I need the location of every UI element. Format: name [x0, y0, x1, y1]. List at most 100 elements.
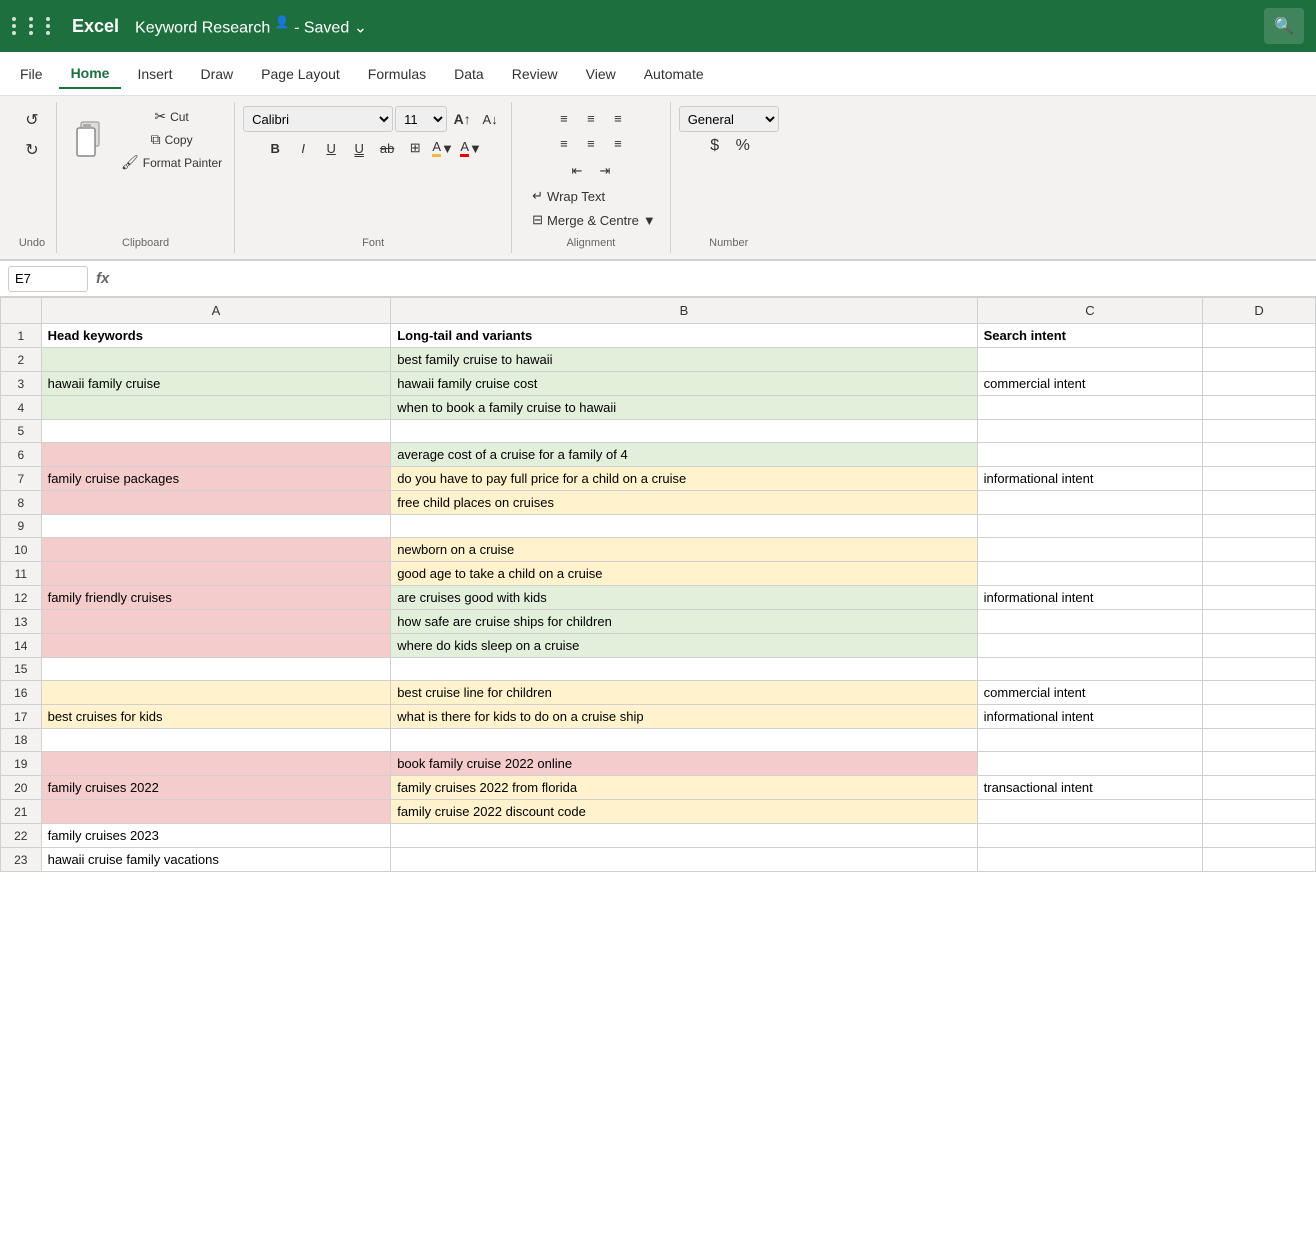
menu-automate[interactable]: Automate — [632, 60, 716, 88]
cell-D22[interactable] — [1203, 824, 1316, 848]
cell-C3[interactable]: commercial intent — [977, 372, 1203, 396]
cell-B1[interactable]: Long-tail and variants — [391, 324, 977, 348]
cell-B5[interactable] — [391, 420, 977, 443]
cell-A9[interactable] — [41, 515, 391, 538]
merge-centre-button[interactable]: ⊟ Merge & Centre ▼ — [526, 209, 662, 231]
cell-C20[interactable]: transactional intent — [977, 776, 1203, 800]
cell-A6[interactable] — [41, 443, 391, 467]
font-color-button[interactable]: A▼ — [458, 136, 484, 160]
cell-B12[interactable]: are cruises good with kids — [391, 586, 977, 610]
col-header-c[interactable]: C — [977, 298, 1203, 324]
cell-A18[interactable] — [41, 729, 391, 752]
font-family-select[interactable]: Calibri — [243, 106, 393, 132]
cell-D14[interactable] — [1203, 634, 1316, 658]
cell-A8[interactable] — [41, 491, 391, 515]
align-middle-center-button[interactable]: ≡ — [578, 131, 604, 155]
cell-D15[interactable] — [1203, 658, 1316, 681]
cell-A5[interactable] — [41, 420, 391, 443]
cell-A14[interactable] — [41, 634, 391, 658]
cell-D12[interactable] — [1203, 586, 1316, 610]
align-top-left-button[interactable]: ≡ — [551, 106, 577, 130]
cell-A10[interactable] — [41, 538, 391, 562]
wrap-text-button[interactable]: ↵ Wrap Text — [526, 185, 662, 207]
cell-C21[interactable] — [977, 800, 1203, 824]
cell-D8[interactable] — [1203, 491, 1316, 515]
cell-D16[interactable] — [1203, 681, 1316, 705]
cell-B9[interactable] — [391, 515, 977, 538]
cell-D13[interactable] — [1203, 610, 1316, 634]
cell-D19[interactable] — [1203, 752, 1316, 776]
align-middle-right-button[interactable]: ≡ — [605, 131, 631, 155]
cell-C9[interactable] — [977, 515, 1203, 538]
cell-A4[interactable] — [41, 396, 391, 420]
menu-review[interactable]: Review — [500, 60, 570, 88]
cell-C14[interactable] — [977, 634, 1203, 658]
cell-C16[interactable]: commercial intent — [977, 681, 1203, 705]
cell-D5[interactable] — [1203, 420, 1316, 443]
font-size-select[interactable]: 11 — [395, 106, 447, 132]
menu-home[interactable]: Home — [59, 59, 122, 89]
cell-A12[interactable]: family friendly cruises — [41, 586, 391, 610]
redo-button[interactable]: ↻ — [16, 136, 48, 164]
cell-A19[interactable] — [41, 752, 391, 776]
col-header-d[interactable]: D — [1203, 298, 1316, 324]
percent-format-button[interactable]: % — [730, 134, 756, 158]
copy-button[interactable]: ⧉ Copy — [147, 129, 197, 150]
cell-D9[interactable] — [1203, 515, 1316, 538]
cell-B4[interactable]: when to book a family cruise to hawaii — [391, 396, 977, 420]
cell-B15[interactable] — [391, 658, 977, 681]
cell-A7[interactable]: family cruise packages — [41, 467, 391, 491]
cell-C19[interactable] — [977, 752, 1203, 776]
cell-C11[interactable] — [977, 562, 1203, 586]
indent-decrease-button[interactable]: ⇤ — [564, 159, 590, 183]
cell-A3[interactable]: hawaii family cruise — [41, 372, 391, 396]
undo-button[interactable]: ↺ — [16, 106, 48, 134]
cell-A11[interactable] — [41, 562, 391, 586]
cell-D20[interactable] — [1203, 776, 1316, 800]
cell-C8[interactable] — [977, 491, 1203, 515]
cell-A2[interactable] — [41, 348, 391, 372]
cell-D4[interactable] — [1203, 396, 1316, 420]
dollar-format-button[interactable]: $ — [702, 134, 728, 158]
cell-A20[interactable]: family cruises 2022 — [41, 776, 391, 800]
cell-B21[interactable]: family cruise 2022 discount code — [391, 800, 977, 824]
cell-B10[interactable]: newborn on a cruise — [391, 538, 977, 562]
number-format-select[interactable]: General — [679, 106, 779, 132]
cell-B2[interactable]: best family cruise to hawaii — [391, 348, 977, 372]
cell-D10[interactable] — [1203, 538, 1316, 562]
cell-D11[interactable] — [1203, 562, 1316, 586]
italic-button[interactable]: I — [290, 136, 316, 160]
cell-D23[interactable] — [1203, 848, 1316, 872]
paste-button[interactable] — [65, 114, 113, 166]
cell-A15[interactable] — [41, 658, 391, 681]
cell-C1[interactable]: Search intent — [977, 324, 1203, 348]
bold-button[interactable]: B — [262, 136, 288, 160]
cell-B3[interactable]: hawaii family cruise cost — [391, 372, 977, 396]
cell-C6[interactable] — [977, 443, 1203, 467]
align-top-center-button[interactable]: ≡ — [578, 106, 604, 130]
menu-file[interactable]: File — [8, 60, 55, 88]
cell-A13[interactable] — [41, 610, 391, 634]
cell-D6[interactable] — [1203, 443, 1316, 467]
menu-view[interactable]: View — [574, 60, 628, 88]
cut-button[interactable]: ✂ Cut — [150, 106, 192, 127]
cell-C15[interactable] — [977, 658, 1203, 681]
cell-B16[interactable]: best cruise line for children — [391, 681, 977, 705]
cell-B17[interactable]: what is there for kids to do on a cruise… — [391, 705, 977, 729]
cell-B18[interactable] — [391, 729, 977, 752]
cell-A21[interactable] — [41, 800, 391, 824]
font-decrease-button[interactable]: A↓ — [477, 107, 503, 131]
format-painter-button[interactable]: 🖌 Format Painter — [117, 152, 226, 173]
cell-D18[interactable] — [1203, 729, 1316, 752]
cell-D1[interactable] — [1203, 324, 1316, 348]
cell-C22[interactable] — [977, 824, 1203, 848]
menu-page-layout[interactable]: Page Layout — [249, 60, 352, 88]
cell-B13[interactable]: how safe are cruise ships for children — [391, 610, 977, 634]
cell-A17[interactable]: best cruises for kids — [41, 705, 391, 729]
cell-B6[interactable]: average cost of a cruise for a family of… — [391, 443, 977, 467]
cell-C10[interactable] — [977, 538, 1203, 562]
cell-B19[interactable]: book family cruise 2022 online — [391, 752, 977, 776]
cell-B23[interactable] — [391, 848, 977, 872]
cell-C4[interactable] — [977, 396, 1203, 420]
cell-C5[interactable] — [977, 420, 1203, 443]
